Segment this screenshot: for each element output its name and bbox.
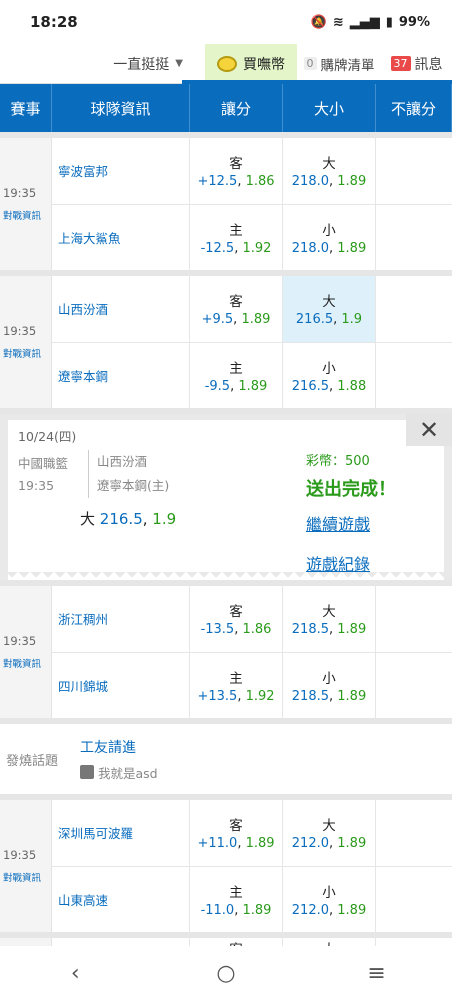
team-home[interactable]: 山東高速 — [52, 866, 190, 932]
toolbar-accent-line — [182, 80, 452, 84]
spread-away-odds[interactable]: 客 +9.5, 1.89 — [190, 276, 283, 342]
over-odds[interactable]: 大 218.5, 1.89 — [283, 586, 376, 652]
team-away[interactable]: 深圳馬可波羅 — [52, 800, 190, 866]
bet-confirmation-panel: 10/24(四) 中國職籃 19:35 山西汾酒 遼寧本鋼(主) 大 216.5… — [0, 408, 452, 580]
team-away[interactable]: 寧波富邦 — [52, 138, 190, 204]
close-icon[interactable]: ✕ — [406, 414, 452, 446]
match-row: 19:35 對戰資訊 浙江稠州 客 -13.5, 1.86 大 218.5, 1… — [0, 580, 452, 718]
under-odds[interactable]: 小 212.0, 1.89 — [283, 866, 376, 932]
hot-topic-label: 發燒話題 — [6, 753, 59, 769]
under-odds[interactable]: 小 216.5, 1.88 — [283, 342, 376, 408]
match-info-link[interactable]: 對戰資訊 — [3, 346, 51, 360]
team-home[interactable]: 遼寧本鋼 — [52, 342, 190, 408]
header-spread: 讓分 — [190, 84, 283, 132]
match-info-link[interactable]: 對戰資訊 — [3, 870, 51, 884]
hot-topic-title[interactable]: 工友請進 — [80, 737, 158, 757]
continue-game-link[interactable]: 繼續遊戲 — [306, 511, 396, 535]
moneyline-away-cell — [376, 276, 452, 342]
spread-home-odds[interactable]: 主 -9.5, 1.89 — [190, 342, 283, 408]
match-time: 19:35 — [3, 186, 37, 200]
spread-home-odds[interactable]: 主 -12.5, 1.92 — [190, 204, 283, 270]
sort-dropdown[interactable]: 一直挺挺 ▼ — [0, 44, 205, 83]
match-info-link[interactable]: 對戰資訊 — [3, 208, 51, 222]
sort-label: 一直挺挺 — [113, 56, 170, 73]
header-over-under: 大小 — [283, 84, 376, 132]
spread-away-odds[interactable]: 客 +12.5, 1.86 — [190, 138, 283, 204]
over-odds-selected[interactable]: 大 216.5, 1.9 — [283, 276, 376, 342]
bet-selection: 大 216.5, 1.9 — [80, 510, 177, 528]
bet-league: 中國職籃 — [18, 456, 69, 471]
over-odds[interactable]: 大 218.0, 1.89 — [283, 138, 376, 204]
back-icon[interactable]: ‹ — [45, 961, 105, 986]
bet-date: 10/24(四) — [18, 429, 77, 444]
coin-amount: 彩幣：500 — [306, 454, 370, 469]
top-toolbar: 一直挺挺 ▼ 買嘸幣 0 購牌清單 37 訊息 — [0, 44, 452, 84]
over-odds[interactable]: 大 212.0, 1.89 — [283, 800, 376, 866]
topic-author: 我就是asd — [98, 765, 158, 781]
moneyline-away-cell — [376, 138, 452, 204]
battery-percent: 99% — [398, 14, 430, 30]
recents-icon[interactable]: ≡ — [347, 961, 407, 986]
team-away[interactable]: 浙江稠州 — [52, 586, 190, 652]
team-home[interactable]: 上海大鯊魚 — [52, 204, 190, 270]
match-info-link[interactable]: 對戰資訊 — [3, 656, 51, 670]
coin-icon — [217, 55, 237, 72]
system-nav-bar: ‹ ○ ≡ — [0, 946, 452, 1000]
team-away[interactable]: 山西汾酒 — [52, 276, 190, 342]
moneyline-home-cell — [376, 205, 452, 271]
avatar — [80, 765, 94, 779]
under-odds[interactable]: 小 218.0, 1.89 — [283, 204, 376, 270]
moneyline-away-cell — [376, 800, 452, 866]
spread-home-odds[interactable]: 主 -11.0, 1.89 — [190, 866, 283, 932]
messages-label: 訊息 — [414, 56, 443, 73]
moneyline-home-cell — [376, 653, 452, 719]
cart-label: 購牌清單 — [320, 57, 375, 74]
bet-time: 19:35 — [18, 478, 55, 493]
home-icon[interactable]: ○ — [196, 961, 256, 986]
caret-down-icon: ▼ — [175, 58, 183, 69]
moneyline-away-cell — [376, 586, 452, 652]
team-home[interactable]: 四川錦城 — [52, 652, 190, 718]
bet-team-home: 遼寧本鋼(主) — [97, 478, 170, 493]
wifi-icon: ≋ — [332, 14, 344, 30]
moneyline-home-cell — [376, 867, 452, 933]
header-event: 賽事 — [0, 84, 52, 132]
match-row: 19:35 對戰資訊 深圳馬可波羅 客 +11.0, 1.89 大 212.0,… — [0, 794, 452, 932]
match-row: 19:35 對戰資訊 山西汾酒 客 +9.5, 1.89 大 216.5, 1.… — [0, 270, 452, 408]
header-moneyline: 不讓分 — [376, 84, 452, 132]
message-count-badge: 37 — [390, 56, 411, 71]
header-team-info: 球隊資訊 — [52, 84, 190, 132]
cart-button[interactable]: 0 購牌清單 — [297, 44, 381, 83]
mute-icon: 🔕 — [310, 14, 327, 30]
submit-complete-text: 送出完成！ — [306, 479, 396, 500]
status-bar: 18:28 🔕 ≋ ▂▄▆ ▮ 99% — [0, 0, 452, 44]
status-time: 18:28 — [30, 13, 78, 31]
moneyline-home-cell — [376, 343, 452, 409]
under-odds[interactable]: 小 218.5, 1.89 — [283, 652, 376, 718]
match-time: 19:35 — [3, 848, 37, 862]
spread-home-odds[interactable]: 主 +13.5, 1.92 — [190, 652, 283, 718]
table-header: 賽事 球隊資訊 讓分 大小 不讓分 — [0, 84, 452, 132]
spread-away-odds[interactable]: 客 +11.0, 1.89 — [190, 800, 283, 866]
match-time: 19:35 — [3, 634, 37, 648]
messages-button[interactable]: 37 訊息 — [381, 44, 452, 83]
spread-away-odds[interactable]: 客 -13.5, 1.86 — [190, 586, 283, 652]
receipt-edge — [0, 572, 452, 580]
cart-count: 0 — [303, 57, 317, 70]
buy-coins-label: 買嘸幣 — [243, 56, 285, 73]
match-row: 19:35 對戰資訊 寧波富邦 客 +12.5, 1.86 大 218.0, 1… — [0, 132, 452, 270]
signal-icon: ▂▄▆ — [349, 14, 380, 30]
battery-icon: ▮ — [385, 14, 393, 30]
match-time: 19:35 — [3, 324, 37, 338]
bet-team-away: 山西汾酒 — [97, 454, 148, 469]
hot-topic-bar[interactable]: 發燒話題 工友請進 我就是asd — [0, 718, 452, 794]
buy-coins-button[interactable]: 買嘸幣 — [205, 44, 297, 83]
